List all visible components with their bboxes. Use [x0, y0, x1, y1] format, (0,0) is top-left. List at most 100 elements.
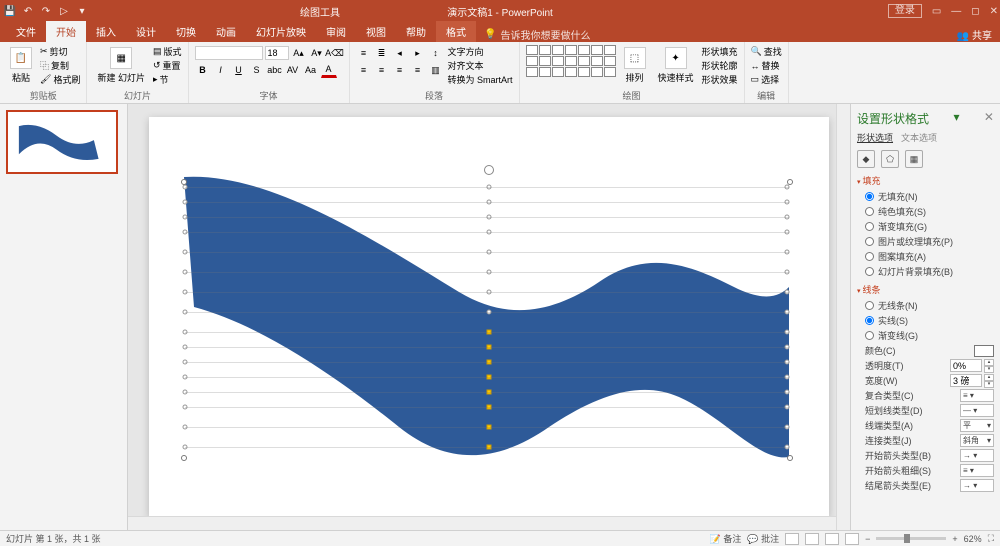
- tab-transitions[interactable]: 切换: [166, 21, 206, 42]
- transparency-input[interactable]: [950, 359, 982, 372]
- tab-file[interactable]: 文件: [6, 21, 46, 42]
- qat-more-icon[interactable]: ▾: [76, 5, 88, 17]
- size-props-icon[interactable]: ▦: [905, 150, 923, 168]
- pane-close-icon[interactable]: ✕: [984, 110, 994, 127]
- font-size-combo[interactable]: [265, 46, 289, 60]
- zoom-slider[interactable]: [876, 537, 946, 540]
- increase-font-icon[interactable]: A▴: [291, 45, 307, 61]
- begin-arrow-type-dropdown[interactable]: → ▾: [960, 449, 994, 462]
- slide-thumbnails-pane[interactable]: 1: [0, 104, 128, 530]
- fit-to-window-icon[interactable]: ⛶: [988, 533, 994, 544]
- shadow-button[interactable]: abc: [267, 62, 283, 78]
- align-right-button[interactable]: ≡: [392, 62, 408, 78]
- login-button[interactable]: 登录: [888, 4, 922, 18]
- shape-fill-button[interactable]: 形状填充: [702, 45, 738, 58]
- cap-type-dropdown[interactable]: 平 ▾: [960, 419, 994, 432]
- start-slideshow-icon[interactable]: ▷: [58, 5, 70, 17]
- underline-button[interactable]: U: [231, 62, 247, 78]
- cut-button[interactable]: ✂ 剪切: [40, 45, 80, 58]
- radio-fill-none[interactable]: [865, 192, 874, 201]
- paste-button[interactable]: 📋粘贴: [6, 45, 36, 86]
- notes-button[interactable]: 📝 备注: [710, 532, 742, 545]
- tell-me-search[interactable]: 💡告诉我你想要做什么: [484, 27, 590, 42]
- line-color-swatch[interactable]: [974, 345, 994, 357]
- dash-type-dropdown[interactable]: — ▾: [960, 404, 994, 417]
- line-spacing-button[interactable]: ↕: [428, 45, 444, 61]
- wave-shape[interactable]: [149, 117, 829, 517]
- section-button[interactable]: ▸ 节: [153, 73, 182, 86]
- zoom-level[interactable]: 62%: [964, 534, 982, 544]
- align-text-button[interactable]: 对齐文本: [448, 59, 513, 72]
- italic-button[interactable]: I: [213, 62, 229, 78]
- quick-styles-button[interactable]: ✦快速样式: [654, 45, 698, 86]
- maximize-icon[interactable]: ◻: [971, 6, 979, 17]
- radio-line-solid[interactable]: [865, 316, 874, 325]
- align-center-button[interactable]: ≡: [374, 62, 390, 78]
- decrease-indent-button[interactable]: ◂: [392, 45, 408, 61]
- end-arrow-type-dropdown[interactable]: → ▾: [960, 479, 994, 492]
- horizontal-scrollbar[interactable]: [128, 516, 836, 530]
- comments-button[interactable]: 💬 批注: [747, 532, 779, 545]
- vertical-scrollbar[interactable]: [836, 104, 850, 530]
- clear-format-icon[interactable]: A⌫: [327, 45, 343, 61]
- compound-type-dropdown[interactable]: ≡ ▾: [960, 389, 994, 402]
- fill-line-icon[interactable]: ◆: [857, 150, 875, 168]
- tab-view[interactable]: 视图: [356, 21, 396, 42]
- close-icon[interactable]: ✕: [990, 6, 998, 17]
- width-spinner[interactable]: ▴▾: [984, 374, 994, 387]
- width-input[interactable]: [950, 374, 982, 387]
- format-painter-button[interactable]: 🖌 格式刷: [40, 73, 80, 86]
- shapes-gallery[interactable]: [526, 45, 616, 77]
- smartart-button[interactable]: 转换为 SmartArt: [448, 73, 513, 86]
- numbering-button[interactable]: ≣: [374, 45, 390, 61]
- replace-button[interactable]: ↔ 替换: [751, 59, 782, 72]
- radio-line-none[interactable]: [865, 301, 874, 310]
- pane-tab-text[interactable]: 文本选项: [901, 131, 937, 144]
- slideshow-view-icon[interactable]: [845, 533, 859, 545]
- section-fill[interactable]: 填充: [857, 174, 994, 187]
- increase-indent-button[interactable]: ▸: [410, 45, 426, 61]
- font-family-combo[interactable]: [195, 46, 263, 60]
- spacing-button[interactable]: AV: [285, 62, 301, 78]
- undo-icon[interactable]: ↶: [22, 5, 34, 17]
- section-line[interactable]: 线条: [857, 283, 994, 296]
- bullets-button[interactable]: ≡: [356, 45, 372, 61]
- pane-menu-icon[interactable]: ▾: [953, 110, 959, 127]
- sorter-view-icon[interactable]: [805, 533, 819, 545]
- effects-icon[interactable]: ⬠: [881, 150, 899, 168]
- normal-view-icon[interactable]: [785, 533, 799, 545]
- radio-fill-pattern[interactable]: [865, 252, 874, 261]
- selection-handle[interactable]: [181, 455, 187, 461]
- join-type-dropdown[interactable]: 斜角 ▾: [960, 434, 994, 447]
- radio-fill-solid[interactable]: [865, 207, 874, 216]
- minimize-icon[interactable]: —: [951, 6, 961, 17]
- rotate-handle-icon[interactable]: [484, 165, 494, 175]
- tab-insert[interactable]: 插入: [86, 21, 126, 42]
- tab-animations[interactable]: 动画: [206, 21, 246, 42]
- zoom-in-button[interactable]: +: [952, 534, 957, 544]
- zoom-out-button[interactable]: −: [865, 534, 870, 544]
- strike-button[interactable]: S: [249, 62, 265, 78]
- radio-line-gradient[interactable]: [865, 331, 874, 340]
- shape-effects-button[interactable]: 形状效果: [702, 73, 738, 86]
- selection-handle[interactable]: [787, 455, 793, 461]
- transparency-spinner[interactable]: ▴▾: [984, 359, 994, 372]
- columns-button[interactable]: ▥: [428, 62, 444, 78]
- font-color-button[interactable]: A: [321, 62, 337, 78]
- save-icon[interactable]: 💾: [4, 5, 16, 17]
- redo-icon[interactable]: ↷: [40, 5, 52, 17]
- begin-arrow-size-dropdown[interactable]: ≡ ▾: [960, 464, 994, 477]
- decrease-font-icon[interactable]: A▾: [309, 45, 325, 61]
- arrange-button[interactable]: ⬚排列: [620, 45, 650, 86]
- text-direction-button[interactable]: 文字方向: [448, 45, 513, 58]
- slide[interactable]: [149, 117, 829, 517]
- radio-fill-slidebg[interactable]: [865, 267, 874, 276]
- bold-button[interactable]: B: [195, 62, 211, 78]
- reset-button[interactable]: ↺ 重置: [153, 59, 182, 72]
- find-button[interactable]: 🔍 查找: [751, 45, 782, 58]
- pane-tab-shape[interactable]: 形状选项: [857, 131, 893, 144]
- copy-button[interactable]: ⿻ 复制: [40, 59, 80, 72]
- slide-thumbnail-1[interactable]: [6, 110, 118, 174]
- new-slide-button[interactable]: ▦新建 幻灯片: [93, 45, 149, 86]
- tab-review[interactable]: 审阅: [316, 21, 356, 42]
